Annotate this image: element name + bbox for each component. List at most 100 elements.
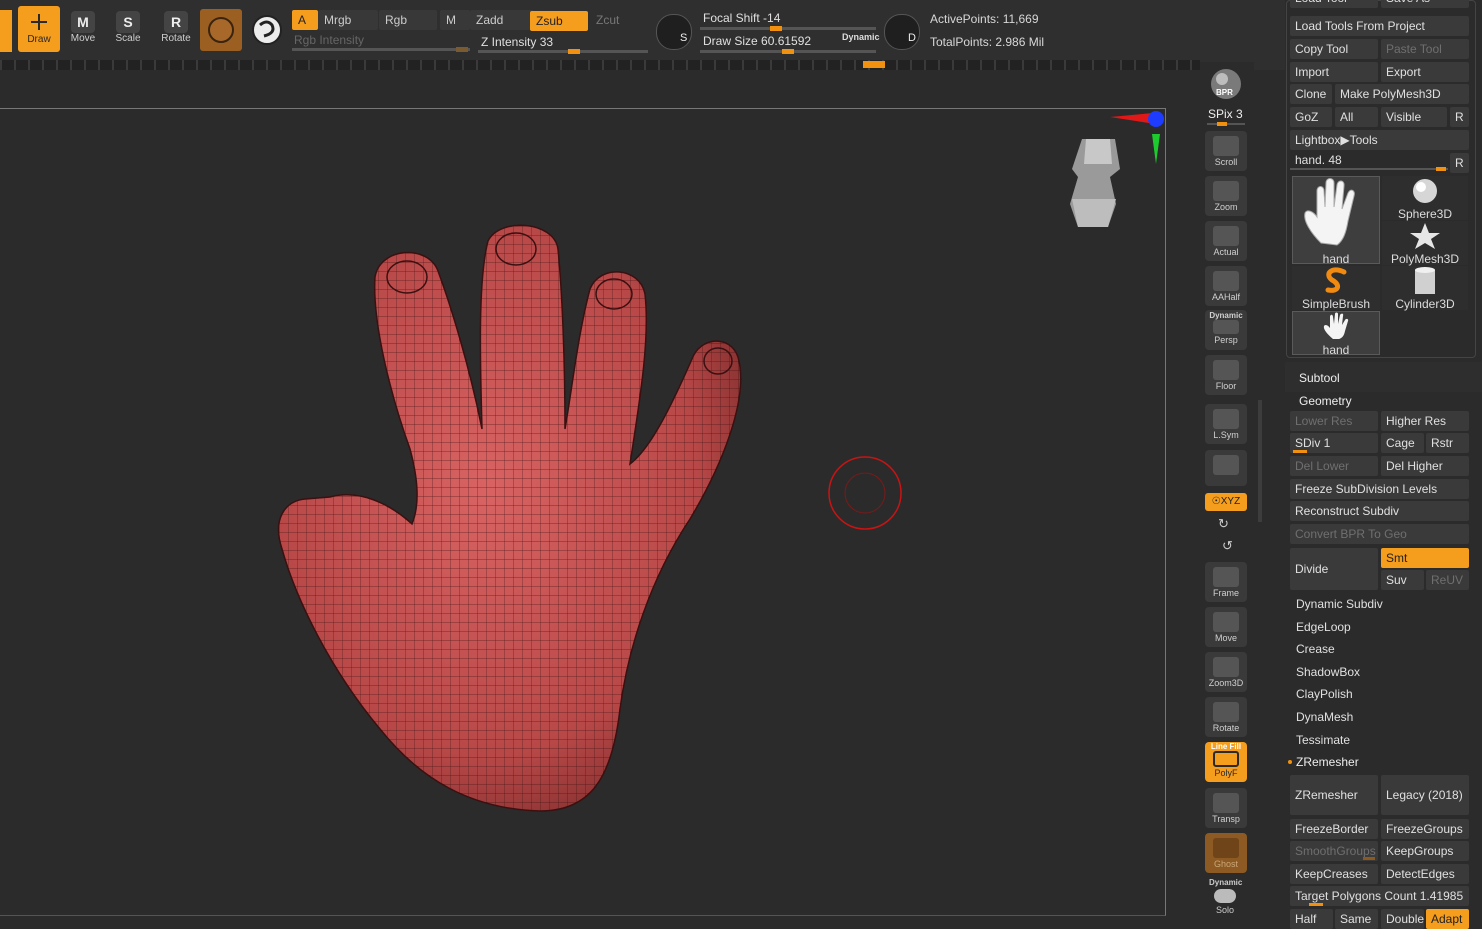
rotate-view-button[interactable]: Rotate — [1205, 697, 1247, 737]
rstr-button[interactable]: Rstr — [1426, 433, 1469, 453]
lsym-button[interactable]: L.Sym — [1205, 404, 1247, 444]
cage-button[interactable]: Cage — [1381, 433, 1424, 453]
smooth-groups-knob[interactable] — [1363, 857, 1375, 860]
solo-icon[interactable] — [1214, 889, 1236, 903]
persp-button[interactable]: Dynamic Persp — [1205, 310, 1247, 350]
edit-button-partial[interactable] — [0, 10, 12, 52]
rotate-button[interactable]: R Rotate — [155, 6, 197, 52]
xyz-button[interactable]: ☉XYZ — [1205, 493, 1247, 511]
shelf-divider[interactable] — [1258, 400, 1262, 522]
make-polymesh-button[interactable]: Make PolyMesh3D — [1335, 84, 1469, 104]
draw-button[interactable]: Draw — [18, 6, 60, 52]
a-toggle[interactable]: A — [292, 10, 318, 30]
load-tools-from-project-button[interactable]: Load Tools From Project — [1290, 16, 1469, 36]
higher-res-button[interactable]: Higher Res — [1381, 411, 1469, 431]
subtool-header[interactable]: Subtool — [1285, 362, 1482, 392]
lazy-mouse-s[interactable]: S — [656, 14, 692, 50]
rgb-intensity-slider[interactable] — [292, 47, 470, 52]
zremesher-button[interactable]: ZRemesher — [1290, 775, 1378, 815]
del-higher-button[interactable]: Del Higher — [1381, 456, 1469, 476]
load-tool-button[interactable]: Load Tool — [1290, 0, 1378, 8]
move-view-button[interactable]: Move — [1205, 607, 1247, 647]
lower-res-button[interactable]: Lower Res — [1290, 411, 1378, 431]
stroke-selector[interactable] — [248, 9, 286, 51]
freeze-border-toggle[interactable]: FreezeBorder — [1290, 819, 1378, 839]
suv-toggle[interactable]: Suv — [1381, 570, 1424, 590]
navigation-gizmo[interactable] — [1060, 109, 1165, 234]
target-polygons-knob[interactable] — [1309, 903, 1323, 906]
tool-r-button[interactable]: R — [1450, 153, 1469, 173]
lock-button[interactable] — [1205, 450, 1247, 486]
tool-slider[interactable] — [1290, 167, 1448, 171]
lightbox-tools-button[interactable]: Lightbox▶Tools — [1290, 130, 1469, 150]
spix-slider[interactable] — [1207, 122, 1245, 126]
save-as-button[interactable]: Save As — [1381, 0, 1469, 8]
frame-button[interactable]: Frame — [1205, 562, 1247, 602]
same-button[interactable]: Same — [1335, 909, 1378, 929]
convert-bpr-button[interactable]: Convert BPR To Geo — [1290, 524, 1469, 544]
y-rotate-icon[interactable]: ↻ — [1218, 516, 1229, 532]
geometry-header[interactable]: Geometry — [1285, 392, 1482, 410]
tool-tile-polymesh3d[interactable]: PolyMesh3D — [1382, 221, 1468, 266]
adapt-toggle[interactable]: Adapt — [1426, 909, 1469, 929]
tessimate-menu[interactable]: Tessimate — [1291, 730, 1471, 753]
move-button[interactable]: M Move — [62, 6, 104, 52]
z-rotate-icon[interactable]: ↺ — [1222, 538, 1233, 554]
tool-tile-simplebrush[interactable]: SimpleBrush — [1292, 266, 1380, 311]
zremesher-header[interactable]: ZRemesher — [1296, 755, 1359, 769]
dynamesh-menu[interactable]: DynaMesh — [1291, 707, 1471, 730]
tool-tile-hand-2[interactable]: hand — [1292, 311, 1380, 357]
zcut-toggle[interactable]: Zcut — [590, 10, 642, 30]
actual-button[interactable]: Actual — [1205, 221, 1247, 261]
import-button[interactable]: Import — [1290, 62, 1378, 82]
lazy-mouse-d[interactable]: D — [884, 14, 920, 50]
focal-shift-knob[interactable] — [770, 26, 782, 31]
reuv-toggle[interactable]: ReUV — [1426, 570, 1469, 590]
zadd-toggle[interactable]: Zadd — [470, 10, 534, 30]
zsub-toggle[interactable]: Zsub — [530, 11, 588, 31]
dynamic-subdiv-menu[interactable]: Dynamic Subdiv — [1291, 594, 1471, 617]
edgeloop-menu[interactable]: EdgeLoop — [1291, 617, 1471, 640]
goz-visible-button[interactable]: Visible — [1381, 107, 1447, 127]
polyf-button[interactable]: Line Fill PolyF — [1205, 742, 1247, 782]
tool-tile-cylinder3d[interactable]: Cylinder3D — [1382, 266, 1468, 311]
zoom-button[interactable]: Zoom — [1205, 176, 1247, 216]
double-button[interactable]: Double — [1381, 909, 1424, 929]
spix-knob[interactable] — [1217, 122, 1227, 126]
goz-all-button[interactable]: All — [1335, 107, 1378, 127]
shadowbox-menu[interactable]: ShadowBox — [1291, 662, 1471, 685]
scale-button[interactable]: S Scale — [107, 6, 149, 52]
freeze-groups-toggle[interactable]: FreezeGroups — [1381, 819, 1469, 839]
mrgb-toggle[interactable]: Mrgb — [318, 10, 378, 30]
floor-button[interactable]: Floor — [1205, 355, 1247, 395]
dynamic-toggle[interactable]: Dynamic — [842, 32, 880, 42]
crease-menu[interactable]: Crease — [1291, 639, 1471, 662]
ghost-button[interactable]: Ghost — [1205, 833, 1247, 873]
z-intensity-knob[interactable] — [568, 49, 580, 54]
brush-selector[interactable] — [200, 9, 242, 51]
tool-tile-sphere3d[interactable]: Sphere3D — [1382, 176, 1468, 221]
claypolish-menu[interactable]: ClayPolish — [1291, 684, 1471, 707]
goz-r-button[interactable]: R — [1450, 107, 1469, 127]
canvas-viewport[interactable] — [0, 108, 1166, 916]
paste-tool-button[interactable]: Paste Tool — [1381, 39, 1469, 59]
scroll-button[interactable]: Scroll — [1205, 131, 1247, 171]
aahalf-button[interactable]: AAHalf — [1205, 266, 1247, 306]
draw-size-knob[interactable] — [782, 49, 794, 54]
copy-tool-button[interactable]: Copy Tool — [1290, 39, 1378, 59]
z-intensity-slider[interactable] — [478, 49, 648, 54]
legacy-button[interactable]: Legacy (2018) — [1381, 775, 1469, 815]
smt-toggle[interactable]: Smt — [1381, 548, 1469, 568]
detect-edges-toggle[interactable]: DetectEdges — [1381, 864, 1469, 884]
clone-button[interactable]: Clone — [1290, 84, 1332, 104]
keep-creases-toggle[interactable]: KeepCreases — [1290, 864, 1378, 884]
freeze-subdiv-button[interactable]: Freeze SubDivision Levels — [1290, 479, 1469, 499]
zoom3d-button[interactable]: Zoom3D — [1205, 652, 1247, 692]
rgb-intensity-knob[interactable] — [456, 47, 468, 52]
tool-slider-knob[interactable] — [1436, 167, 1446, 171]
divide-button[interactable]: Divide — [1290, 548, 1378, 590]
m-toggle[interactable]: M — [440, 10, 470, 30]
focal-shift-slider[interactable] — [700, 26, 876, 31]
draw-size-slider[interactable] — [700, 49, 876, 54]
rgb-toggle[interactable]: Rgb — [379, 10, 437, 30]
